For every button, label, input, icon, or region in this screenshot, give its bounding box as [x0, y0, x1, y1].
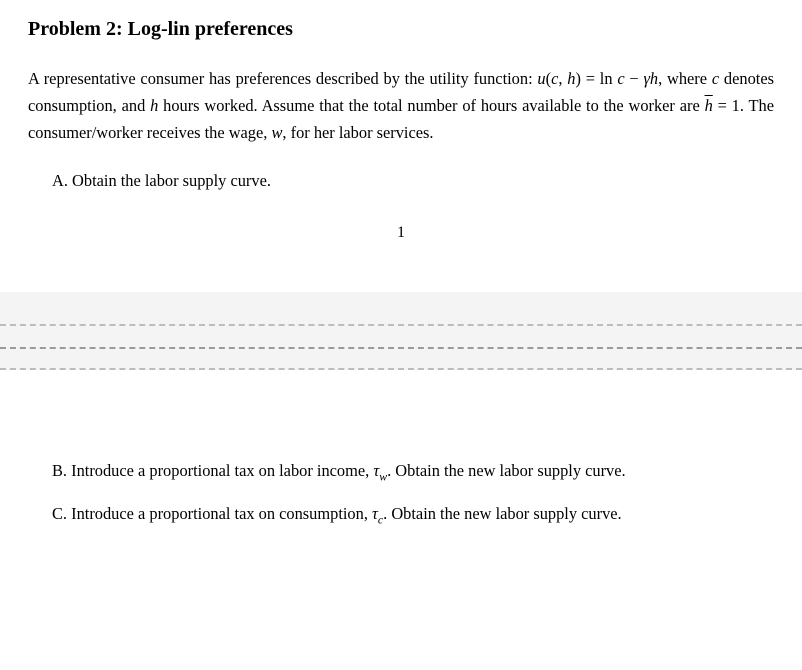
page-break-pad — [0, 370, 802, 380]
page-lower: B. Introduce a proportional tax on labor… — [0, 380, 802, 552]
page-break-pad — [0, 292, 802, 324]
page-break-gap — [0, 324, 802, 370]
text: B. Introduce a proportional tax on labor… — [52, 461, 373, 480]
math-comma: , — [558, 69, 567, 88]
math-h2: h — [650, 69, 658, 88]
text: C. Introduce a proportional tax on consu… — [52, 504, 372, 523]
page-upper: Problem 2: Log-lin preferences A represe… — [0, 0, 802, 292]
page-number: 1 — [28, 224, 774, 242]
text: , for her labor services. — [282, 123, 433, 142]
math-u: u — [537, 69, 545, 88]
text: hours worked. Assume that the total numb… — [158, 96, 704, 115]
text: . Obtain the new labor supply curve. — [383, 504, 622, 523]
intro-paragraph: A representative consumer has preference… — [28, 65, 774, 146]
problem-title: Problem 2: Log-lin preferences — [28, 18, 774, 41]
text: A representative consumer has preference… — [28, 69, 537, 88]
math-hbar: h — [705, 96, 713, 115]
item-b: B. Introduce a proportional tax on labor… — [28, 458, 774, 486]
item-c: C. Introduce a proportional tax on consu… — [28, 501, 774, 529]
math-minus: − — [625, 69, 644, 88]
math-w: w — [271, 123, 282, 142]
math-sub-w: w — [379, 470, 387, 484]
math-c2: c — [617, 69, 624, 88]
math-eq: = ln — [581, 69, 617, 88]
text: , where — [658, 69, 712, 88]
text: . Obtain the new labor supply curve. — [387, 461, 626, 480]
item-a: A. Obtain the labor supply curve. — [28, 168, 774, 194]
